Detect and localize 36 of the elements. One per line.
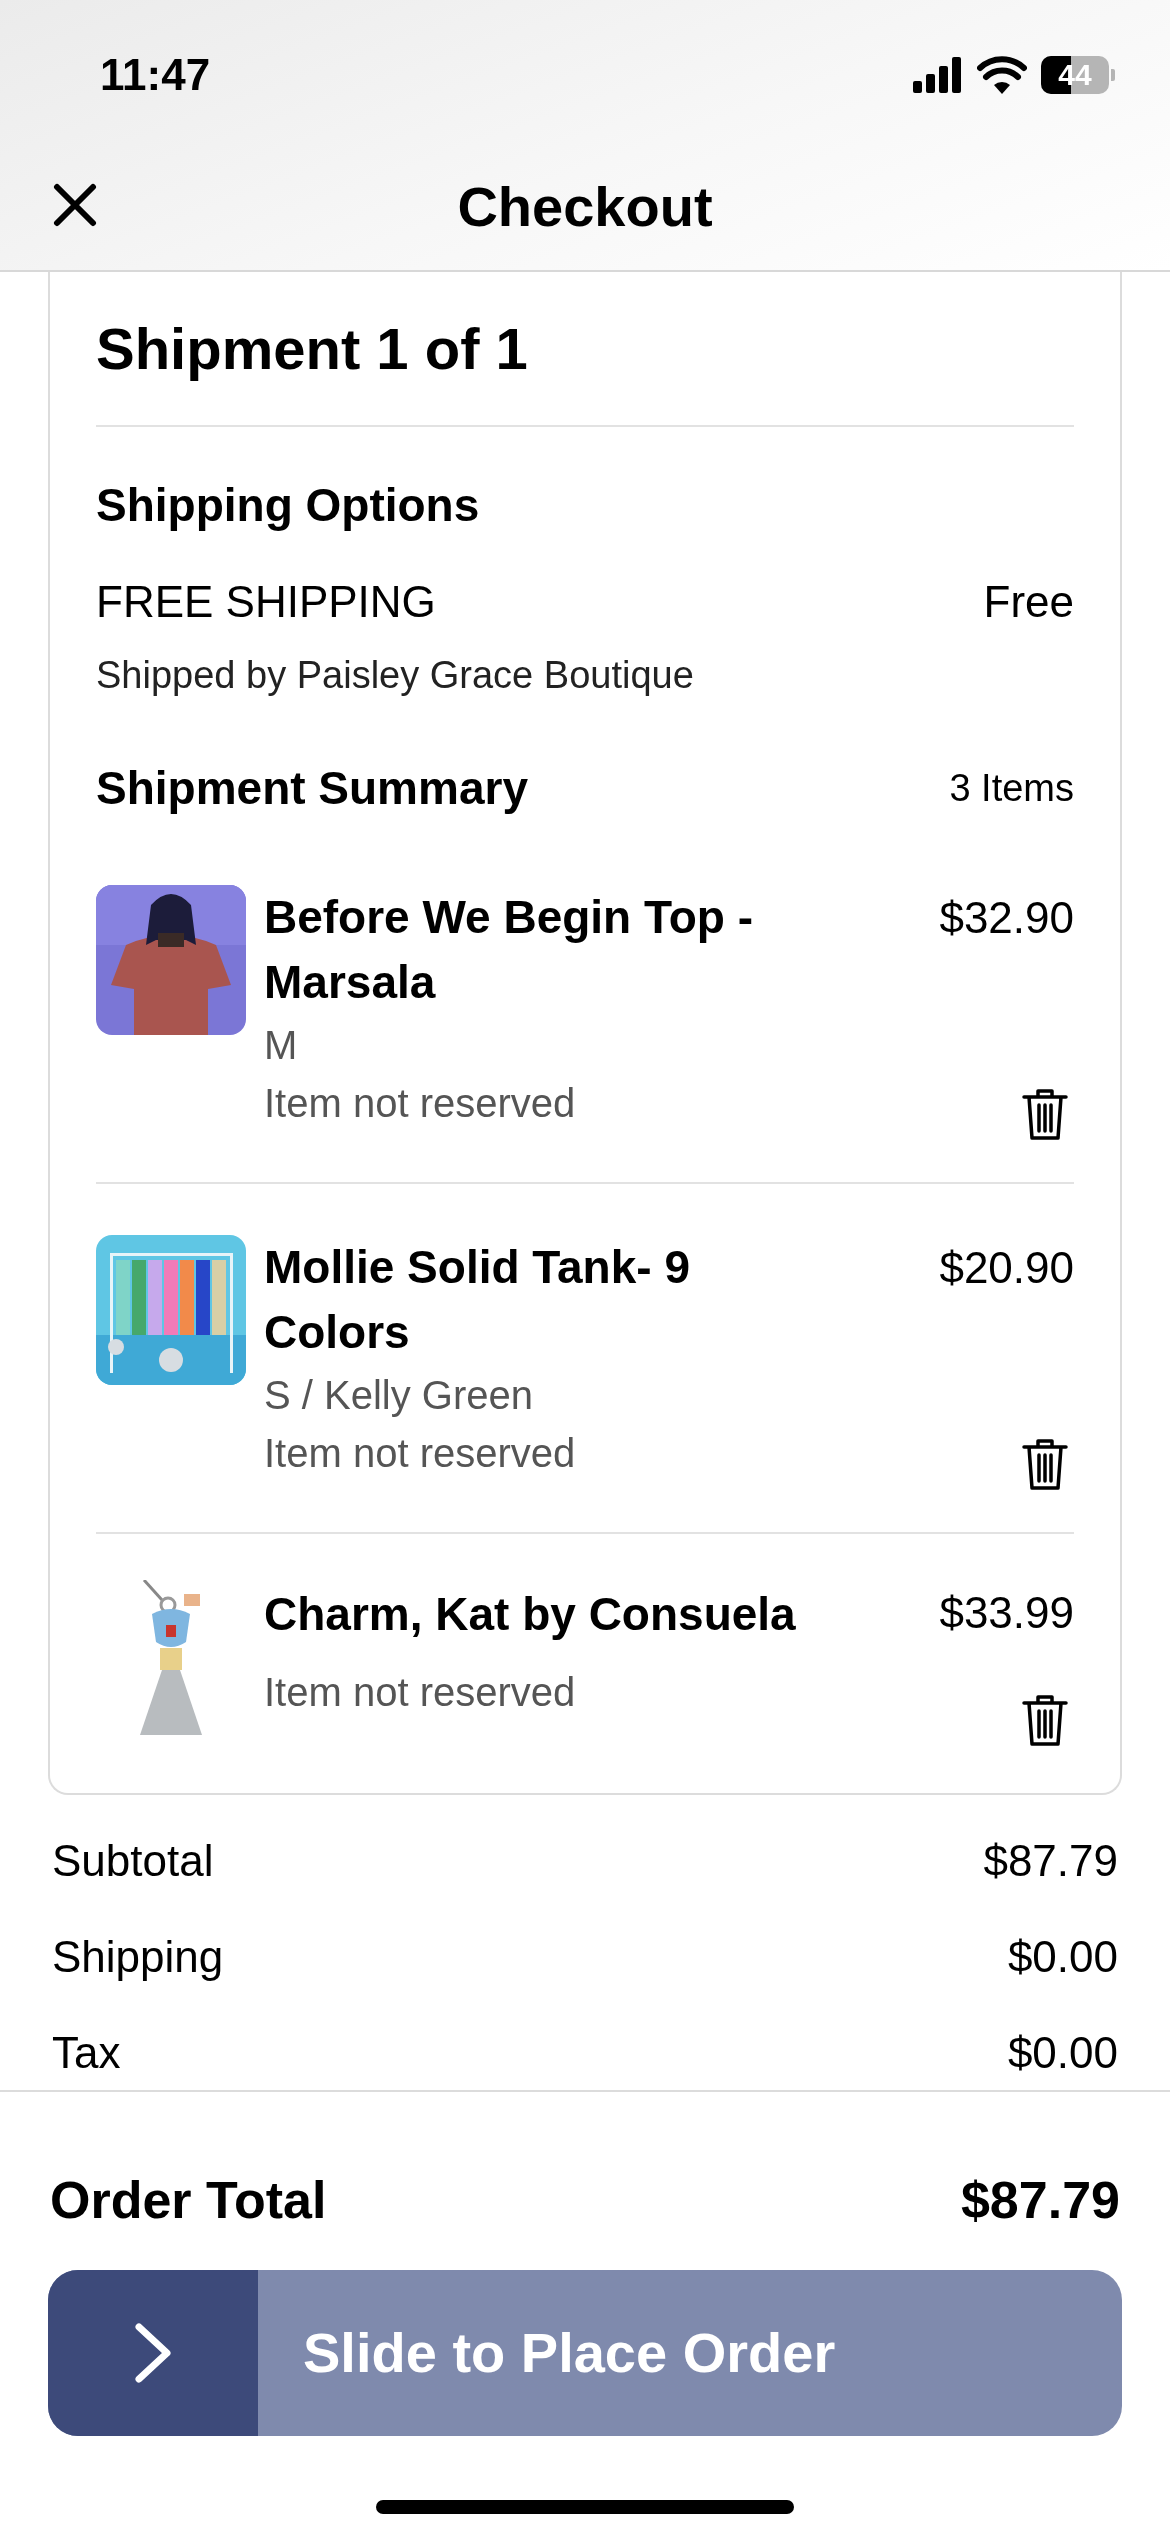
total-value: $87.79 (983, 1835, 1118, 1887)
product-variant: M (264, 1022, 299, 1069)
chevron-right-icon (133, 2321, 173, 2385)
reservation-status: Item not reserved (264, 1669, 577, 1716)
shipping-option-name: FREE SHIPPING (96, 576, 436, 628)
total-label: Subtotal (52, 1835, 214, 1887)
total-value: $0.00 (1007, 2027, 1118, 2079)
shipping-price: Free (983, 576, 1074, 628)
page-title: Checkout (457, 179, 713, 235)
product-name[interactable]: Charm, Kat by Consuela (264, 1582, 824, 1647)
signal-icon (913, 57, 963, 93)
trash-icon[interactable] (1022, 1087, 1068, 1141)
order-total-value: $87.79 (960, 2170, 1120, 2230)
product-variant: S / Kelly Green (264, 1372, 534, 1419)
product-price: $33.99 (939, 1587, 1074, 1639)
reservation-status: Item not reserved (264, 1430, 577, 1477)
product-name[interactable]: Mollie Solid Tank- 9 Colors (264, 1235, 824, 1365)
slider-handle[interactable] (48, 2270, 258, 2436)
section-heading: Shipping Options (96, 478, 481, 533)
total-value: $0.00 (1007, 1931, 1118, 1983)
close-icon (53, 183, 97, 227)
total-label: Shipping (52, 1931, 224, 1983)
section-heading: Shipment Summary (96, 761, 528, 816)
product-price: $20.90 (939, 1242, 1074, 1294)
shipped-by-text: Shipped by Paisley Grace Boutique (96, 653, 695, 698)
trash-icon[interactable] (1022, 1693, 1068, 1747)
order-total-label: Order Total (50, 2170, 327, 2230)
total-label: Tax (52, 2027, 121, 2079)
item-count: 3 Items (949, 766, 1074, 811)
slider-label: Slide to Place Order (303, 2325, 836, 2381)
wifi-icon (977, 56, 1027, 94)
product-name[interactable]: Before We Begin Top - Marsala (264, 885, 824, 1015)
reservation-status: Item not reserved (264, 1080, 577, 1127)
status-time: 11:47 (100, 53, 211, 97)
trash-icon[interactable] (1022, 1437, 1068, 1491)
product-price: $32.90 (939, 892, 1074, 944)
